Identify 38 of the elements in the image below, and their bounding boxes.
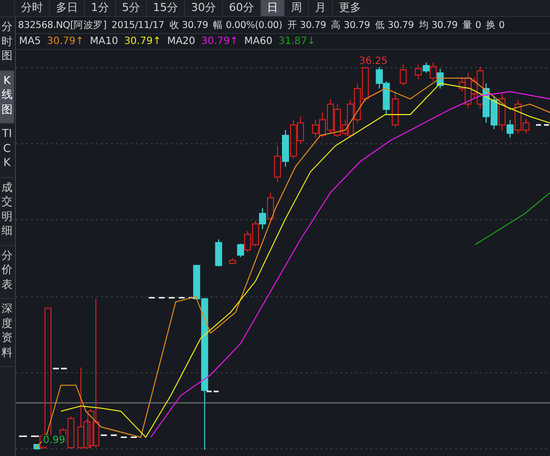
quote-field: 高 30.79: [331, 18, 370, 32]
ma-value: 30.79↑: [201, 36, 238, 47]
side-tab[interactable]: 分价表: [0, 246, 14, 299]
candlestick: [215, 239, 222, 267]
ma-value: 30.79↑: [124, 36, 162, 47]
low-price-label: 0.99: [42, 435, 66, 446]
period-tab[interactable]: 30分: [184, 0, 222, 16]
period-tab[interactable]: 月: [308, 0, 332, 16]
stock-symbol: 832568.NQ[阿波罗]: [18, 18, 106, 32]
ma-name: MA10: [90, 36, 118, 47]
quote-field: 换 0: [486, 18, 505, 32]
side-tab[interactable]: 成交明细: [0, 178, 14, 246]
side-tab[interactable]: K线图: [0, 70, 14, 124]
quote-field: 量 0: [462, 18, 482, 32]
quote-field: 低 30.79: [374, 18, 414, 32]
high-price-label: 36.25: [358, 56, 389, 67]
side-tab[interactable]: TICK: [0, 124, 14, 178]
ma-value: 31.87↓: [278, 36, 316, 47]
ma-name: MA60: [244, 36, 272, 47]
ma-name: MA5: [19, 36, 41, 47]
candlestick: [400, 64, 407, 86]
quote-field: 开 30.79: [287, 18, 326, 32]
ma-value: 30.79↑: [46, 36, 84, 47]
period-tab[interactable]: 分时: [14, 0, 49, 16]
side-tab[interactable]: 深度资料: [0, 299, 14, 367]
quote-field: 幅 0.00%(0.00): [213, 18, 282, 32]
period-tab[interactable]: 更多: [332, 0, 367, 16]
ma-name: MA20: [167, 36, 196, 47]
period-tab[interactable]: 1分: [84, 0, 115, 16]
period-tab[interactable]: 多日: [49, 0, 84, 16]
quote-field: 均 30.79: [418, 18, 458, 32]
period-tab[interactable]: 日: [260, 0, 284, 16]
quote-field: 收 30.79: [169, 18, 208, 32]
candlestick: [392, 92, 399, 128]
quote-date: 2015/11/17: [111, 20, 164, 30]
period-tab[interactable]: 周: [284, 0, 308, 16]
period-tab[interactable]: 15分: [146, 0, 184, 16]
period-tab[interactable]: 5分: [115, 0, 146, 16]
